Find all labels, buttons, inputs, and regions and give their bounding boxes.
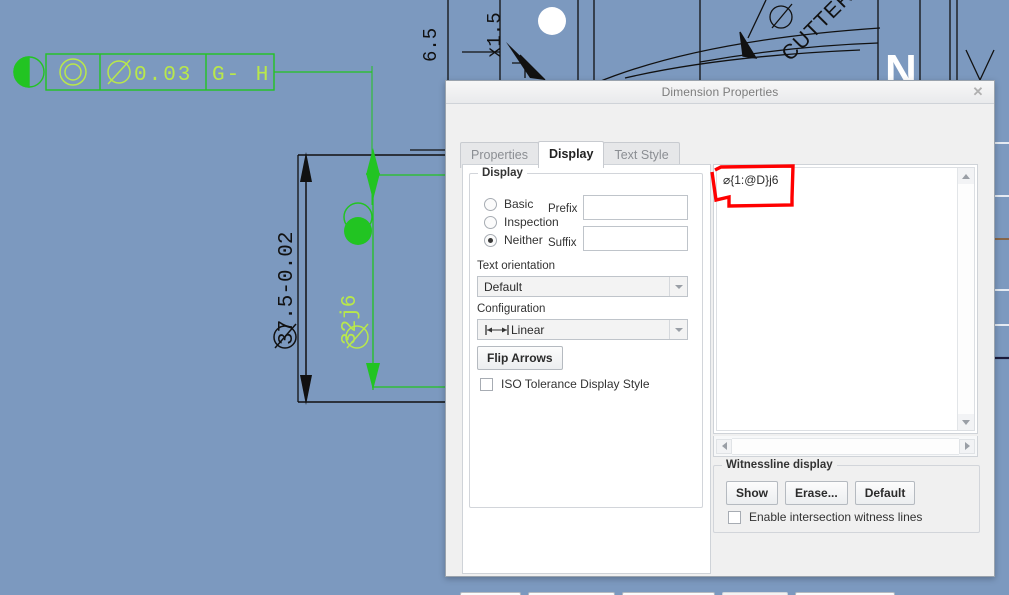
witness-erase-button[interactable]: Erase... — [785, 481, 848, 505]
svg-text:32j6: 32j6 — [339, 295, 362, 345]
iso-tolerance-checkbox-row[interactable]: ISO Tolerance Display Style — [480, 377, 650, 391]
display-group-legend: Display — [478, 167, 527, 179]
display-right-pane: ⌀{1:@D}j6 Witnessline display Show Erase… — [713, 164, 980, 572]
suffix-label: Suffix — [548, 237, 577, 249]
radio-neither[interactable]: Neither — [484, 233, 543, 247]
iso-tolerance-label: ISO Tolerance Display Style — [501, 377, 650, 391]
radio-neither-indicator[interactable] — [484, 233, 497, 247]
radio-neither-label: Neither — [504, 233, 543, 247]
configuration-value: Linear — [511, 322, 545, 337]
white-node-marker — [538, 7, 566, 35]
scroll-left-icon[interactable] — [716, 438, 732, 454]
close-icon[interactable]: ✕ — [970, 84, 986, 100]
dimension-text-value[interactable]: ⌀{1:@D}j6 — [723, 173, 778, 187]
horizontal-scroll-track[interactable] — [732, 437, 959, 455]
witnessline-group-legend: Witnessline display — [722, 459, 837, 471]
vertical-scrollbar[interactable] — [957, 168, 974, 430]
svg-text:6.5: 6.5 — [420, 28, 442, 62]
dimension-text-area-wrapper[interactable]: ⌀{1:@D}j6 — [713, 164, 978, 434]
tab-content-display: Display Basic Inspection Neither Prefix … — [462, 164, 980, 592]
display-group: Display Basic Inspection Neither Prefix … — [469, 167, 703, 508]
radio-basic-label: Basic — [504, 197, 534, 211]
prefix-input[interactable] — [583, 195, 688, 220]
screen: 0.03 G- H 6.5 x1.5 CUTTER N 37.5-0.02 32… — [0, 0, 1009, 595]
svg-text:G- H: G- H — [212, 64, 270, 87]
text-orientation-value: Default — [484, 279, 523, 294]
suffix-input[interactable] — [583, 226, 688, 251]
svg-text:x1.5: x1.5 — [484, 12, 506, 58]
linear-dimension-icon — [484, 324, 510, 336]
text-orientation-select[interactable]: Default — [477, 276, 688, 297]
radio-basic-indicator[interactable] — [484, 197, 497, 211]
enable-intersection-checkbox[interactable] — [728, 510, 741, 524]
prefix-label: Prefix — [548, 203, 578, 215]
dialog-body: Properties Display Text Style Display Ba… — [446, 104, 994, 595]
radio-inspection-label: Inspection — [504, 215, 559, 229]
svg-text:0.03: 0.03 — [134, 64, 192, 87]
configuration-label: Configuration — [477, 303, 546, 315]
scroll-down-icon[interactable] — [958, 414, 974, 430]
configuration-select[interactable]: Linear — [477, 319, 688, 340]
flip-arrows-button[interactable]: Flip Arrows — [477, 346, 563, 370]
radio-inspection-indicator[interactable] — [484, 215, 497, 229]
scroll-right-icon[interactable] — [959, 438, 975, 454]
iso-tolerance-checkbox[interactable] — [480, 377, 493, 391]
witness-show-button[interactable]: Show — [726, 481, 778, 505]
tab-display[interactable]: Display — [537, 141, 605, 168]
radio-basic[interactable]: Basic — [484, 197, 533, 211]
enable-intersection-checkbox-row[interactable]: Enable intersection witness lines — [728, 510, 922, 524]
witnessline-display-group: Witnessline display Show Erase... Defaul… — [713, 459, 980, 533]
dialog-titlebar[interactable]: Dimension Properties ✕ — [446, 81, 994, 104]
display-left-pane: Display Basic Inspection Neither Prefix … — [462, 164, 711, 574]
chevron-down-icon-config[interactable] — [669, 320, 687, 339]
scroll-up-icon[interactable] — [958, 168, 974, 184]
witness-default-button[interactable]: Default — [854, 481, 916, 505]
dialog-title: Dimension Properties — [661, 85, 779, 99]
enable-intersection-label: Enable intersection witness lines — [749, 510, 923, 524]
dimension-properties-dialog: Dimension Properties ✕ Properties Displa… — [445, 80, 995, 595]
radio-inspection[interactable]: Inspection — [484, 215, 559, 229]
chevron-down-icon[interactable] — [669, 277, 687, 296]
horizontal-scrollbar[interactable] — [713, 436, 978, 457]
text-orientation-label: Text orientation — [477, 260, 555, 272]
